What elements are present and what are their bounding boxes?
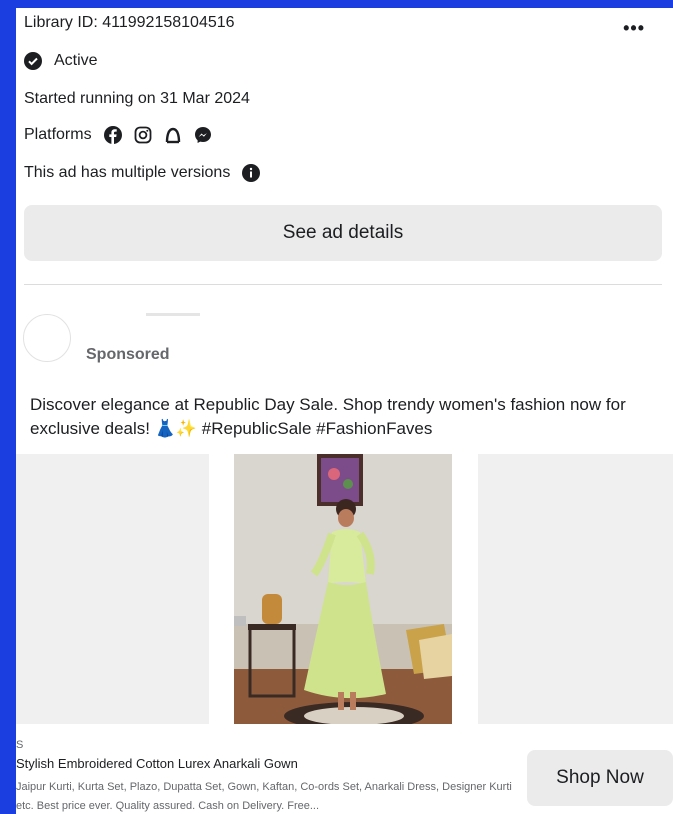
ad-card: Library ID: 411992158104516 ••• Active S… [16,8,673,814]
advertiser-name-placeholder [146,313,200,316]
messenger-icon [194,126,212,144]
carousel-side-panel-right [478,454,673,724]
see-ad-details-button[interactable]: See ad details [24,205,662,261]
library-id: Library ID: 411992158104516 [24,14,235,31]
platforms-row: Platforms [24,126,212,144]
sponsored-label: Sponsored [86,346,170,363]
more-options-icon[interactable]: ••• [623,18,645,39]
versions-text: This ad has multiple versions [24,164,231,181]
instagram-icon [134,126,152,144]
shop-now-button[interactable]: Shop Now [527,750,673,806]
check-circle-icon [24,52,42,70]
link-title[interactable]: Stylish Embroidered Cotton Lurex Anarkal… [16,756,298,771]
versions-row: This ad has multiple versions [24,164,261,182]
facebook-icon [103,126,122,144]
link-source: S [16,739,24,751]
audience-network-icon [164,126,182,144]
advertiser-avatar[interactable] [23,314,71,362]
carousel-side-panel-left [16,454,209,724]
divider [24,284,662,285]
status-row: Active [24,52,98,70]
link-description: Jaipur Kurti, Kurta Set, Plazo, Dupatta … [16,781,512,812]
ad-product-image[interactable] [234,454,452,724]
status-text: Active [54,52,98,69]
start-date: Started running on 31 Mar 2024 [24,90,250,107]
ad-body-text: Discover elegance at Republic Day Sale. … [30,395,626,438]
platforms-label: Platforms [24,126,92,143]
info-icon[interactable] [242,164,261,182]
